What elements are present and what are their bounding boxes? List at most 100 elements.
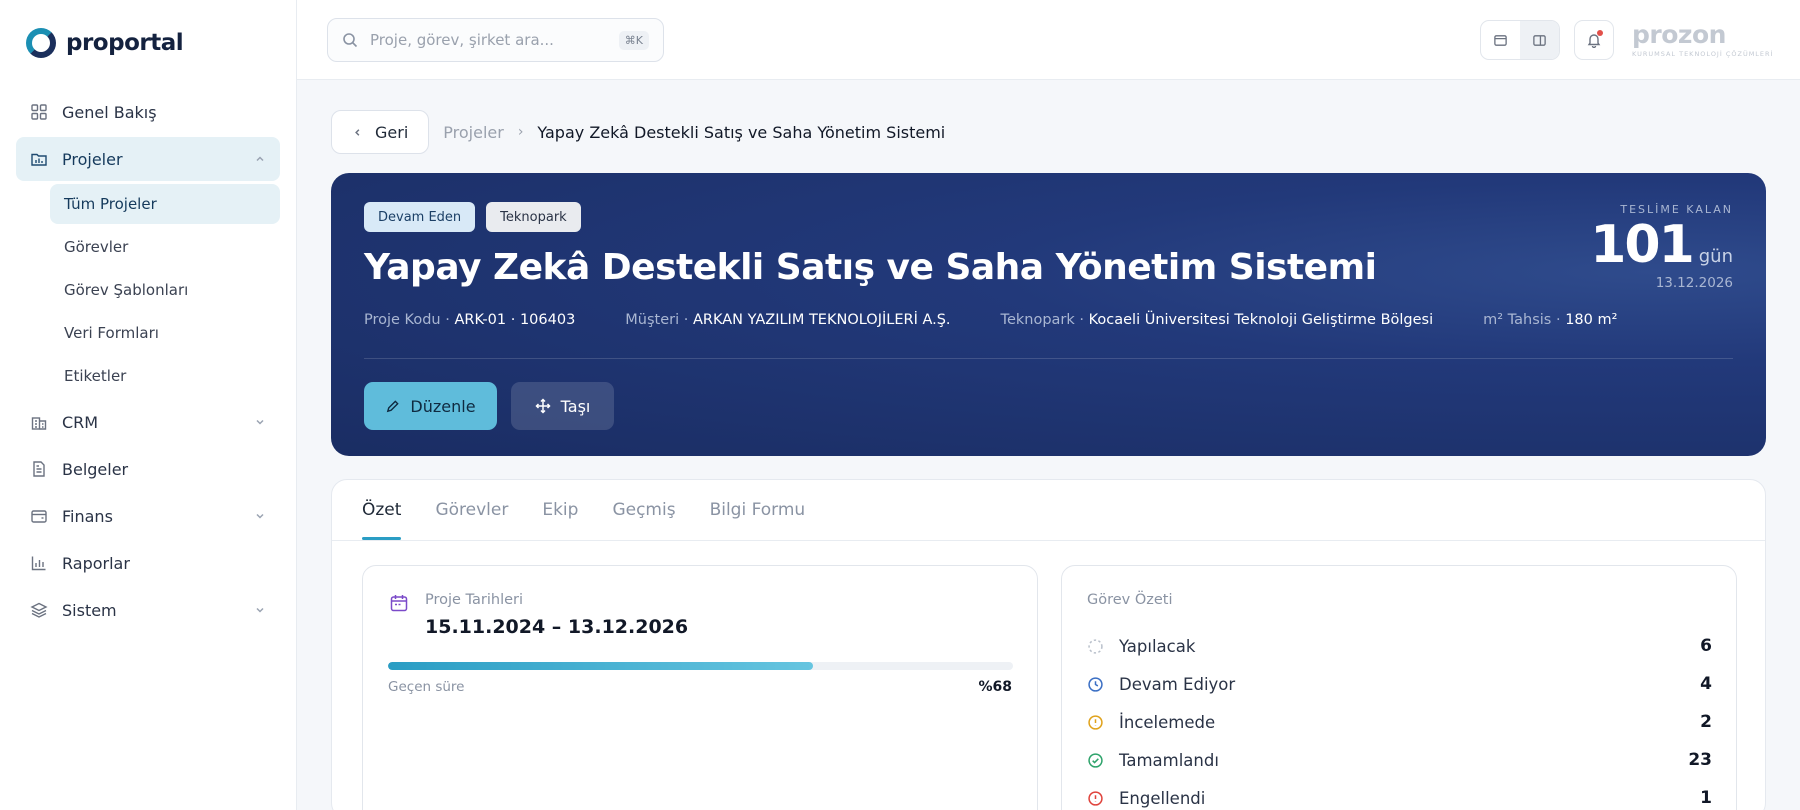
breadcrumb: Geri Projeler › Yapay Zekâ Destekli Satı… bbox=[331, 110, 945, 154]
blocked-circle-icon bbox=[1087, 790, 1104, 807]
project-content: Özet Görevler Ekip Geçmiş Bilgi Formu Pr… bbox=[331, 479, 1766, 810]
back-button[interactable]: Geri bbox=[331, 110, 430, 154]
move-button-label: Taşı bbox=[560, 396, 591, 416]
meta-key: Teknopark · bbox=[1000, 312, 1089, 328]
tab-info-form[interactable]: Bilgi Formu bbox=[710, 480, 806, 540]
task-status-row[interactable]: İncelemede 2 bbox=[1087, 703, 1712, 741]
subnav-item-tags[interactable]: Etiketler bbox=[50, 356, 280, 396]
sidebar-item-documents[interactable]: Belgeler bbox=[16, 447, 280, 491]
breadcrumb-current: Yapay Zekâ Destekli Satış ve Saha Yöneti… bbox=[537, 122, 946, 142]
clock-icon bbox=[1087, 676, 1104, 693]
breadcrumb-separator: › bbox=[517, 124, 524, 140]
subnav-item-data-forms[interactable]: Veri Formları bbox=[50, 313, 280, 353]
project-dates-card: Proje Tarihleri 15.11.2024 – 13.12.2026 … bbox=[362, 565, 1038, 810]
sidebar-item-label: Raporlar bbox=[62, 553, 130, 573]
grid-icon bbox=[30, 103, 48, 121]
subnav-item-all-projects[interactable]: Tüm Projeler bbox=[50, 184, 280, 224]
chevron-down-icon bbox=[254, 604, 266, 616]
app-logo[interactable]: proportal bbox=[26, 28, 184, 58]
move-arrows-icon bbox=[535, 398, 551, 414]
search-box[interactable]: ⌘K bbox=[327, 18, 664, 62]
search-icon bbox=[342, 32, 358, 48]
brand-tagline: KURUMSAL TEKNOLOJİ ÇÖZÜMLERİ bbox=[1632, 50, 1774, 58]
topbar: ⌘K prozon KURUMSAL TEKNOLOJİ ÇÖZÜMLERİ bbox=[297, 0, 1800, 80]
layout-single-button[interactable] bbox=[1481, 21, 1520, 59]
check-circle-icon bbox=[1087, 752, 1104, 769]
task-summary-label: Görev Özeti bbox=[1087, 592, 1173, 608]
task-status-count: 6 bbox=[1700, 636, 1712, 656]
breadcrumb-parent-link[interactable]: Projeler bbox=[443, 123, 504, 142]
projects-subnav: Tüm Projeler Görevler Görev Şablonları V… bbox=[50, 184, 280, 396]
meta-key: Proje Kodu · bbox=[364, 312, 455, 328]
sidebar-item-overview[interactable]: Genel Bakış bbox=[16, 90, 280, 134]
status-badge: Devam Eden bbox=[364, 202, 476, 232]
hero-divider bbox=[364, 358, 1733, 359]
pencil-icon bbox=[387, 399, 400, 412]
layout-toggle bbox=[1480, 20, 1560, 60]
chevron-down-icon bbox=[254, 416, 266, 428]
task-status-name: İncelemede bbox=[1119, 712, 1216, 732]
meta-area: m² Tahsis · 180 m² bbox=[1483, 312, 1617, 328]
task-status-row[interactable]: Devam Ediyor 4 bbox=[1087, 665, 1712, 703]
sidebar-item-crm[interactable]: CRM bbox=[16, 400, 280, 444]
sidebar-item-label: Belgeler bbox=[62, 459, 129, 479]
subnav-item-tasks[interactable]: Görevler bbox=[50, 227, 280, 267]
meta-value: 180 m² bbox=[1565, 312, 1618, 328]
deadline-countdown: TESLİME KALAN 101 gün 13.12.2026 bbox=[1590, 203, 1733, 291]
type-badge: Teknopark bbox=[486, 202, 581, 232]
sidebar-item-projects[interactable]: Projeler bbox=[16, 137, 280, 181]
chevron-up-icon bbox=[254, 153, 266, 165]
project-title: Yapay Zekâ Destekli Satış ve Saha Yöneti… bbox=[364, 247, 1377, 288]
tab-team[interactable]: Ekip bbox=[542, 480, 578, 540]
layout-split-button[interactable] bbox=[1520, 21, 1559, 59]
task-summary-card: Görev Özeti Yapılacak 6 Devam Ediyor 4 İ… bbox=[1061, 565, 1737, 810]
bar-chart-icon bbox=[30, 554, 48, 572]
chevron-down-icon bbox=[254, 510, 266, 522]
deadline-unit: gün bbox=[1698, 246, 1733, 267]
task-status-count: 23 bbox=[1688, 750, 1712, 770]
tab-history[interactable]: Geçmiş bbox=[612, 480, 675, 540]
sidebar-item-reports[interactable]: Raporlar bbox=[16, 541, 280, 585]
back-button-label: Geri bbox=[375, 122, 409, 142]
meta-value: ARKAN YAZILIM TEKNOLOJİLERİ A.Ş. bbox=[692, 312, 951, 328]
tab-summary[interactable]: Özet bbox=[362, 480, 402, 540]
task-status-count: 1 bbox=[1700, 788, 1712, 808]
move-button[interactable]: Taşı bbox=[511, 382, 614, 430]
meta-technopark: Teknopark · Kocaeli Üniversitesi Teknolo… bbox=[1001, 312, 1434, 328]
elapsed-progress-bar bbox=[388, 662, 1013, 670]
sidebar-item-label: Finans bbox=[62, 506, 113, 526]
subnav-item-task-templates[interactable]: Görev Şablonları bbox=[50, 270, 280, 310]
logo-text: proportal bbox=[66, 30, 184, 56]
meta-value: ARK-01 · 106403 bbox=[454, 312, 576, 328]
building-icon bbox=[30, 413, 48, 431]
edit-button-label: Düzenle bbox=[410, 396, 476, 416]
deadline-days: 101 bbox=[1590, 215, 1695, 275]
layers-icon bbox=[30, 601, 48, 619]
sidebar-item-finance[interactable]: Finans bbox=[16, 494, 280, 538]
main-nav: Genel Bakış Projeler Tüm Projeler Görevl… bbox=[16, 90, 280, 635]
sidebar: proportal Genel Bakış Projeler Tüm Proje… bbox=[0, 0, 297, 810]
task-status-name: Yapılacak bbox=[1119, 636, 1196, 656]
task-status-row[interactable]: Tamamlandı 23 bbox=[1087, 741, 1712, 779]
dashed-circle-icon bbox=[1087, 638, 1104, 655]
project-meta: Proje Kodu · ARK-01 · 106403 Müşteri · A… bbox=[364, 312, 1667, 328]
elapsed-progress-fill bbox=[388, 662, 813, 670]
dates-range: 15.11.2024 – 13.12.2026 bbox=[425, 616, 689, 638]
meta-customer: Müşteri · ARKAN YAZILIM TEKNOLOJİLERİ A.… bbox=[625, 312, 950, 328]
chevron-left-icon bbox=[355, 128, 360, 136]
meta-project-code: Proje Kodu · ARK-01 · 106403 bbox=[364, 312, 575, 328]
elapsed-percent: %68 bbox=[978, 679, 1012, 695]
tab-tasks[interactable]: Görevler bbox=[435, 480, 508, 540]
search-input[interactable] bbox=[370, 31, 619, 49]
task-status-row[interactable]: Engellendi 1 bbox=[1087, 779, 1712, 810]
meta-key: Müşteri · bbox=[625, 312, 693, 328]
notifications-button[interactable] bbox=[1574, 20, 1614, 60]
meta-value: Kocaeli Üniversitesi Teknoloji Geliştirm… bbox=[1088, 312, 1434, 328]
elapsed-label: Geçen süre bbox=[388, 679, 465, 695]
search-shortcut-hint: ⌘K bbox=[618, 30, 649, 50]
sidebar-item-system[interactable]: Sistem bbox=[16, 588, 280, 632]
task-status-name: Engellendi bbox=[1119, 788, 1206, 808]
edit-button[interactable]: Düzenle bbox=[364, 382, 497, 430]
task-status-row[interactable]: Yapılacak 6 bbox=[1087, 627, 1712, 665]
brand-name: prozon bbox=[1632, 20, 1726, 49]
